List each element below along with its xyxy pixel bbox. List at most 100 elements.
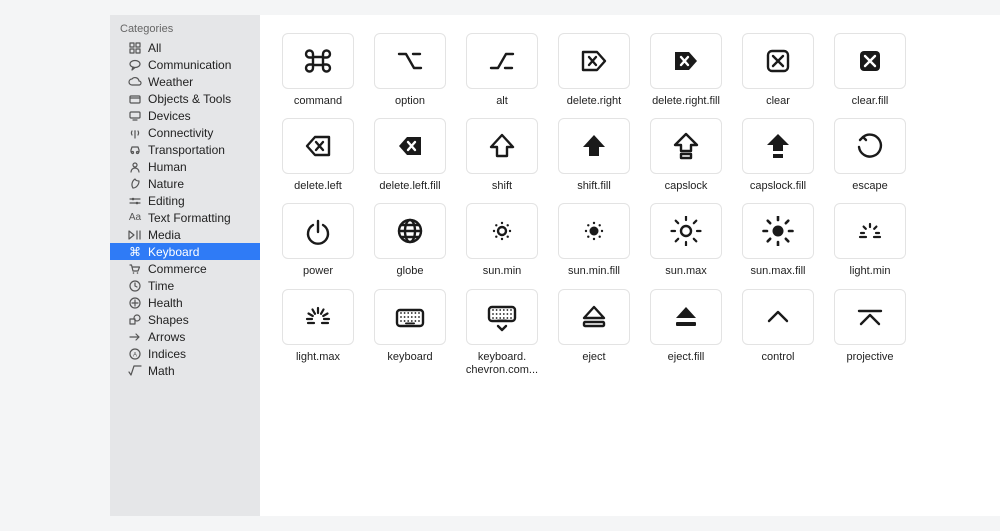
- sidebar-item-label: Objects & Tools: [148, 92, 231, 106]
- sidebar-item-shapes[interactable]: Shapes: [110, 311, 260, 328]
- symbol-label: clear.fill: [829, 95, 911, 108]
- symbol-label: sun.max.fill: [737, 265, 819, 278]
- capslock-icon: [650, 118, 722, 174]
- person-icon: [128, 160, 142, 174]
- sidebar-item-label: Health: [148, 296, 183, 310]
- symbol-cell-eject[interactable]: eject: [554, 289, 634, 377]
- clear-fill-icon: [834, 33, 906, 89]
- symbol-cell-sun-max-fill[interactable]: sun.max.fill: [738, 203, 818, 278]
- symbol-label: shift: [461, 180, 543, 193]
- clock-icon: [128, 279, 142, 293]
- sidebar-item-label: Editing: [148, 194, 185, 208]
- symbol-cell-eject-fill[interactable]: eject.fill: [646, 289, 726, 377]
- sidebar-item-arrows[interactable]: Arrows: [110, 328, 260, 345]
- sun-min-fill-icon: [558, 203, 630, 259]
- symbol-label: light.max: [277, 351, 359, 364]
- symbol-label: delete.left.fill: [369, 180, 451, 193]
- symbol-cell-alt[interactable]: alt: [462, 33, 542, 108]
- arrow-icon: [128, 330, 142, 344]
- symbol-label: capslock.fill: [737, 180, 819, 193]
- sidebar-item-label: Human: [148, 160, 187, 174]
- symbol-cell-sun-max[interactable]: sun.max: [646, 203, 726, 278]
- sidebar-item-connectivity[interactable]: Connectivity: [110, 124, 260, 141]
- symbol-cell-delete-right-fill[interactable]: delete.right.fill: [646, 33, 726, 108]
- sidebar-item-label: Nature: [148, 177, 184, 191]
- sidebar-item-label: Text Formatting: [148, 211, 231, 225]
- cloud-icon: [128, 75, 142, 89]
- slider-icon: [128, 194, 142, 208]
- svg-text:A: A: [133, 352, 137, 358]
- sidebar-item-label: Commerce: [148, 262, 207, 276]
- symbol-cell-capslock-fill[interactable]: capslock.fill: [738, 118, 818, 193]
- symbol-cell-sun-min[interactable]: sun.min: [462, 203, 542, 278]
- symbol-label: sun.min: [461, 265, 543, 278]
- sidebar-item-label: Transportation: [148, 143, 225, 157]
- sun-max-fill-icon: [742, 203, 814, 259]
- sidebar-item-label: Communication: [148, 58, 231, 72]
- symbol-cell-control[interactable]: control: [738, 289, 818, 377]
- sidebar-item-indices[interactable]: AIndices: [110, 345, 260, 362]
- symbol-label: keyboard. chevron.com...: [461, 351, 543, 377]
- alt-icon: [466, 33, 538, 89]
- sidebar-item-weather[interactable]: Weather: [110, 73, 260, 90]
- eject-icon: [558, 289, 630, 345]
- sidebar-item-math[interactable]: Math: [110, 362, 260, 379]
- symbol-label: alt: [461, 95, 543, 108]
- sidebar-item-commerce[interactable]: Commerce: [110, 260, 260, 277]
- delete-right-icon: [558, 33, 630, 89]
- sidebar-item-text-formatting[interactable]: AaText Formatting: [110, 209, 260, 226]
- command-icon: ⌘: [128, 245, 142, 259]
- capslock-fill-icon: [742, 118, 814, 174]
- symbol-cell-light-max[interactable]: light.max: [278, 289, 358, 377]
- display-icon: [128, 109, 142, 123]
- sidebar-item-communication[interactable]: Communication: [110, 56, 260, 73]
- grid-icon: [128, 41, 142, 55]
- sidebar-item-label: Time: [148, 279, 174, 293]
- symbol-label: eject.fill: [645, 351, 727, 364]
- delete-left-fill-icon: [374, 118, 446, 174]
- symbol-label: sun.max: [645, 265, 727, 278]
- cart-icon: [128, 262, 142, 276]
- shift-fill-icon: [558, 118, 630, 174]
- symbol-cell-light-min[interactable]: light.min: [830, 203, 910, 278]
- sidebar-item-health[interactable]: Health: [110, 294, 260, 311]
- sidebar-item-label: Devices: [148, 109, 191, 123]
- playpause-icon: [128, 228, 142, 242]
- sidebar-item-transportation[interactable]: Transportation: [110, 141, 260, 158]
- symbol-cell-command[interactable]: command: [278, 33, 358, 108]
- symbol-label: projective: [829, 351, 911, 364]
- sidebar-item-devices[interactable]: Devices: [110, 107, 260, 124]
- symbol-cell-shift[interactable]: shift: [462, 118, 542, 193]
- symbol-cell-keyboard[interactable]: keyboard: [370, 289, 450, 377]
- symbol-cell-clear[interactable]: clear: [738, 33, 818, 108]
- symbol-label: escape: [829, 180, 911, 193]
- sidebar-item-objects-tools[interactable]: Objects & Tools: [110, 90, 260, 107]
- globe-icon: [374, 203, 446, 259]
- sidebar-item-nature[interactable]: Nature: [110, 175, 260, 192]
- sidebar-item-all[interactable]: All: [110, 39, 260, 56]
- symbol-cell-power[interactable]: power: [278, 203, 358, 278]
- symbol-cell-delete-left[interactable]: delete.left: [278, 118, 358, 193]
- sidebar-item-media[interactable]: Media: [110, 226, 260, 243]
- shapes-icon: [128, 313, 142, 327]
- symbol-cell-delete-left-fill[interactable]: delete.left.fill: [370, 118, 450, 193]
- sidebar-item-label: Keyboard: [148, 245, 199, 259]
- symbol-cell-clear-fill[interactable]: clear.fill: [830, 33, 910, 108]
- symbol-cell-projective[interactable]: projective: [830, 289, 910, 377]
- symbol-cell-keyboard-chevron[interactable]: keyboard. chevron.com...: [462, 289, 542, 377]
- symbol-cell-globe[interactable]: globe: [370, 203, 450, 278]
- symbol-cell-capslock[interactable]: capslock: [646, 118, 726, 193]
- sidebar-item-human[interactable]: Human: [110, 158, 260, 175]
- symbol-cell-shift-fill[interactable]: shift.fill: [554, 118, 634, 193]
- sidebar-item-keyboard[interactable]: ⌘ Keyboard: [110, 243, 260, 260]
- symbol-cell-sun-min-fill[interactable]: sun.min.fill: [554, 203, 634, 278]
- sidebar-item-editing[interactable]: Editing: [110, 192, 260, 209]
- keyboard-chevron-icon: [466, 289, 538, 345]
- symbol-cell-delete-right[interactable]: delete.right: [554, 33, 634, 108]
- option-icon: [374, 33, 446, 89]
- symbol-cell-option[interactable]: option: [370, 33, 450, 108]
- symbol-cell-escape[interactable]: escape: [830, 118, 910, 193]
- symbol-label: power: [277, 265, 359, 278]
- sidebar-item-label: Math: [148, 364, 175, 378]
- sidebar-item-time[interactable]: Time: [110, 277, 260, 294]
